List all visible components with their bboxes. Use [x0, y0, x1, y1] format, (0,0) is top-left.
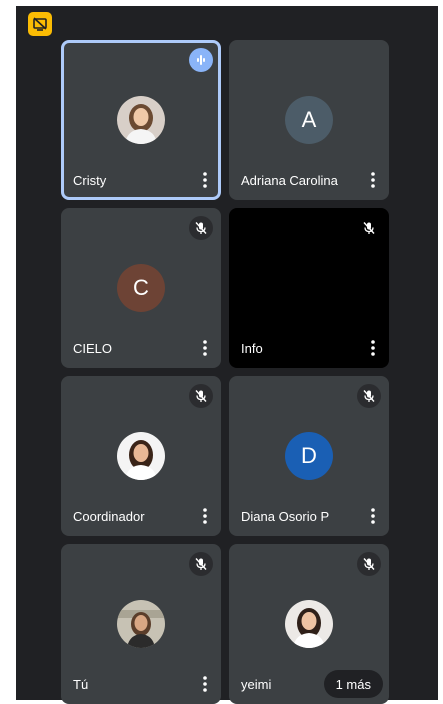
more-vert-icon[interactable] — [197, 168, 213, 192]
mic-off-icon — [189, 552, 213, 576]
avatar: A — [285, 96, 333, 144]
avatar — [117, 600, 165, 648]
participant-name: Diana Osorio P — [241, 509, 330, 524]
participant-name: Cristy — [73, 173, 107, 188]
mic-off-icon — [357, 384, 381, 408]
audio-level-icon — [189, 48, 213, 72]
avatar — [117, 96, 165, 144]
avatar-initial: D — [301, 443, 317, 468]
more-vert-icon[interactable] — [197, 336, 213, 360]
screen-share-off-icon[interactable] — [28, 12, 52, 36]
mic-off-icon — [357, 216, 381, 240]
participant-name: Tú — [73, 677, 89, 692]
participant-tile[interactable]: C CIELO — [61, 208, 221, 368]
avatar — [117, 432, 165, 480]
participant-tile[interactable]: A Adriana Carolina — [229, 40, 389, 200]
mic-off-icon — [357, 552, 381, 576]
participant-name: Adriana Carolina — [241, 173, 338, 188]
participant-tile[interactable]: Tú — [61, 544, 221, 704]
avatar-initial: C — [133, 275, 149, 300]
more-vert-icon[interactable] — [365, 504, 381, 528]
more-vert-icon[interactable] — [365, 336, 381, 360]
avatar-initial: A — [301, 107, 317, 132]
more-participants-button[interactable]: 1 más — [323, 670, 383, 698]
avatar — [285, 600, 333, 648]
participant-name: Coordinador — [73, 509, 145, 524]
mic-off-icon — [189, 216, 213, 240]
participant-name: CIELO — [73, 341, 113, 356]
participant-name: Info — [241, 341, 263, 356]
avatar: C — [117, 264, 165, 312]
participant-tile[interactable]: Cristy — [61, 40, 221, 200]
participant-tile[interactable]: D Diana Osorio P — [229, 376, 389, 536]
participant-tile[interactable]: Coordinador — [61, 376, 221, 536]
participant-name: yeimi — [241, 677, 272, 692]
more-vert-icon[interactable] — [197, 672, 213, 696]
avatar: D — [285, 432, 333, 480]
more-vert-icon[interactable] — [197, 504, 213, 528]
mic-off-icon — [189, 384, 213, 408]
participant-tile[interactable]: Info — [229, 208, 389, 368]
more-vert-icon[interactable] — [365, 168, 381, 192]
participant-tile[interactable]: yeimi 1 más — [229, 544, 389, 704]
